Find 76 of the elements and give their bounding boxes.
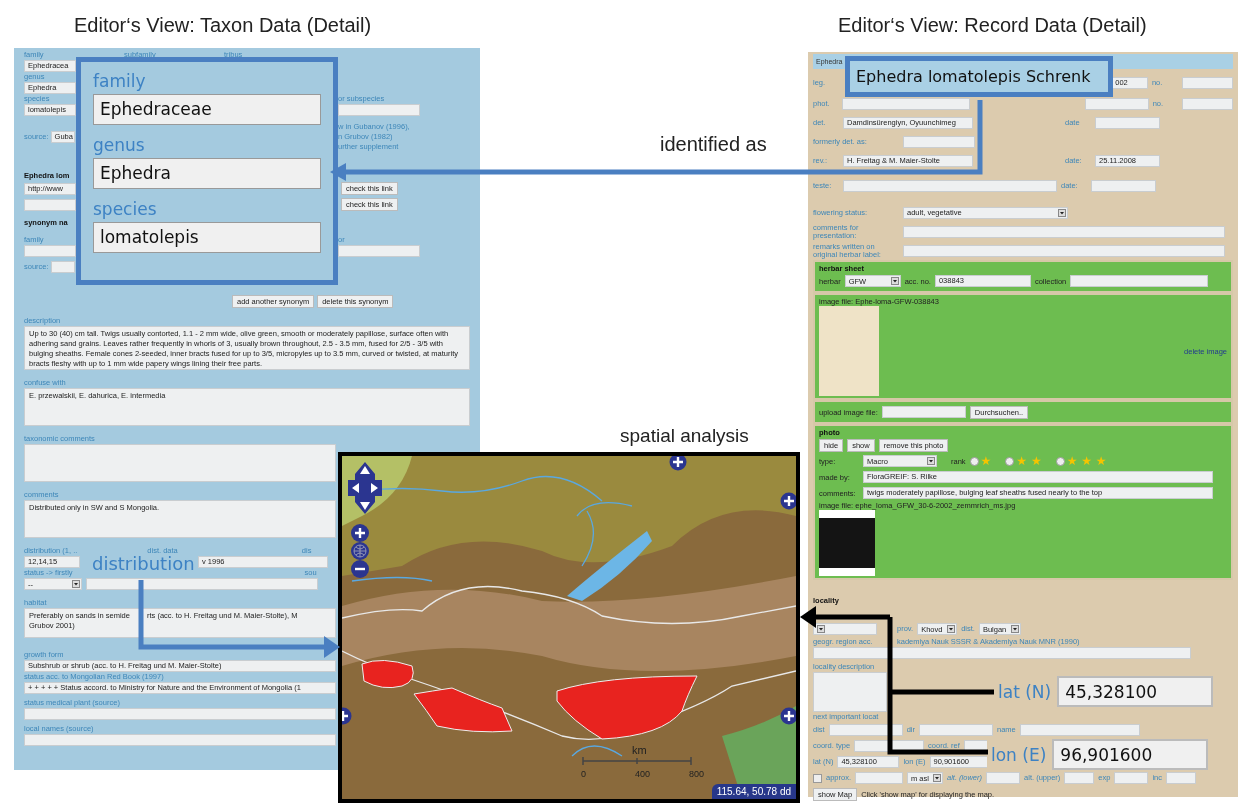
synonym-rank-field[interactable] [338,245,420,257]
scale-unit: km [632,744,647,756]
scale-bar-icon [582,756,692,766]
pan-control-icon[interactable] [348,462,382,514]
callout-field: 45,328100 [1057,676,1214,707]
label-remarks-field[interactable] [903,244,1225,257]
altitude-field[interactable] [855,772,904,784]
callout-field: 96,901600 [1052,739,1209,770]
rank-stars: ★ [980,454,992,468]
distance-field[interactable] [828,724,903,736]
callout-field: Ephedra [93,158,321,189]
photo-placeholder [819,510,875,576]
inclination-field[interactable] [1166,772,1196,784]
subspecies-field[interactable] [338,104,420,116]
photographer-field[interactable] [842,97,970,110]
number-field[interactable] [1181,77,1233,89]
rank-radio[interactable] [969,456,979,466]
figure-title: Editor‘s View: Record Data (Detail) [838,14,1147,37]
callout-field: lomatolepis [93,222,321,253]
date-field[interactable] [1095,116,1160,129]
direction-field[interactable] [919,724,993,736]
coordinate-display: 115.64, 50.78 dd [711,784,796,799]
callout-label: lon (E) [991,744,1047,765]
link-field[interactable] [24,198,76,211]
local-names-field[interactable] [24,734,336,746]
upload-field[interactable] [881,406,966,418]
synonym-source-field[interactable] [50,261,75,273]
map-view[interactable]: km 0 400 800 115.64, 50.78 dd [338,452,800,803]
scale-tick: 0 [581,769,586,779]
callout-label: species [93,198,158,221]
zoom-out-icon[interactable] [351,560,369,578]
figure-title: Editor‘s View: Taxon Data (Detail) [74,14,372,37]
geographic-region-field[interactable] [813,647,1191,659]
annotation-text: identified as [660,133,767,156]
synonym-family-field[interactable] [24,245,76,257]
rank-stars: ★ ★ ★ [1066,454,1107,468]
callout-field: Ephedraceae [93,94,321,125]
dropdown-arrow-icon[interactable] [933,774,942,782]
medical-status-field[interactable] [24,708,336,720]
annotation-text: spatial analysis [620,425,749,447]
teste-field[interactable] [843,179,1057,192]
dropdown-arrow-icon[interactable] [927,457,935,465]
name-field[interactable] [1019,724,1140,736]
dropdown[interactable] [813,623,877,635]
rank-radio[interactable] [1055,456,1065,466]
callout-label: lat (N) [998,681,1052,702]
date-field[interactable] [1085,97,1149,110]
rank-radio[interactable] [1005,456,1015,466]
approx-checkbox[interactable] [813,773,822,783]
altitude-lower-field[interactable] [986,772,1021,784]
presentation-comments-field[interactable] [903,225,1225,238]
scale-tick: 800 [689,769,705,779]
zoom-in-icon[interactable] [669,456,687,471]
dropdown-arrow-icon[interactable] [890,277,899,285]
zoom-in-icon[interactable] [780,707,796,725]
zoom-in-icon[interactable] [351,524,369,542]
scale-tick: 400 [635,769,651,779]
callout-label: family [93,70,147,93]
locality-description-field[interactable] [813,672,887,712]
status-field[interactable] [86,578,318,590]
dropdown-arrow-icon[interactable] [817,625,825,633]
zoom-in-icon[interactable] [780,492,796,510]
dropdown-arrow-icon[interactable] [947,625,956,633]
date-field[interactable] [1091,179,1156,192]
callout-label: genus [93,134,146,157]
exposition-field[interactable] [1114,772,1149,784]
dropdown-arrow-icon[interactable] [1058,208,1066,217]
number-field[interactable] [1182,97,1233,110]
dropdown-arrow-icon[interactable] [72,580,80,588]
collection-field[interactable] [1070,275,1209,287]
taxonomic-comments-field[interactable] [24,444,336,482]
former-determination-field[interactable] [903,135,975,148]
species-name-callout: Ephedra lomatolepis Schrenk [845,56,1113,97]
dropdown-arrow-icon[interactable] [1010,625,1019,633]
altitude-upper-field[interactable] [1064,772,1095,784]
rank-stars: ★ ★ [1016,454,1042,468]
